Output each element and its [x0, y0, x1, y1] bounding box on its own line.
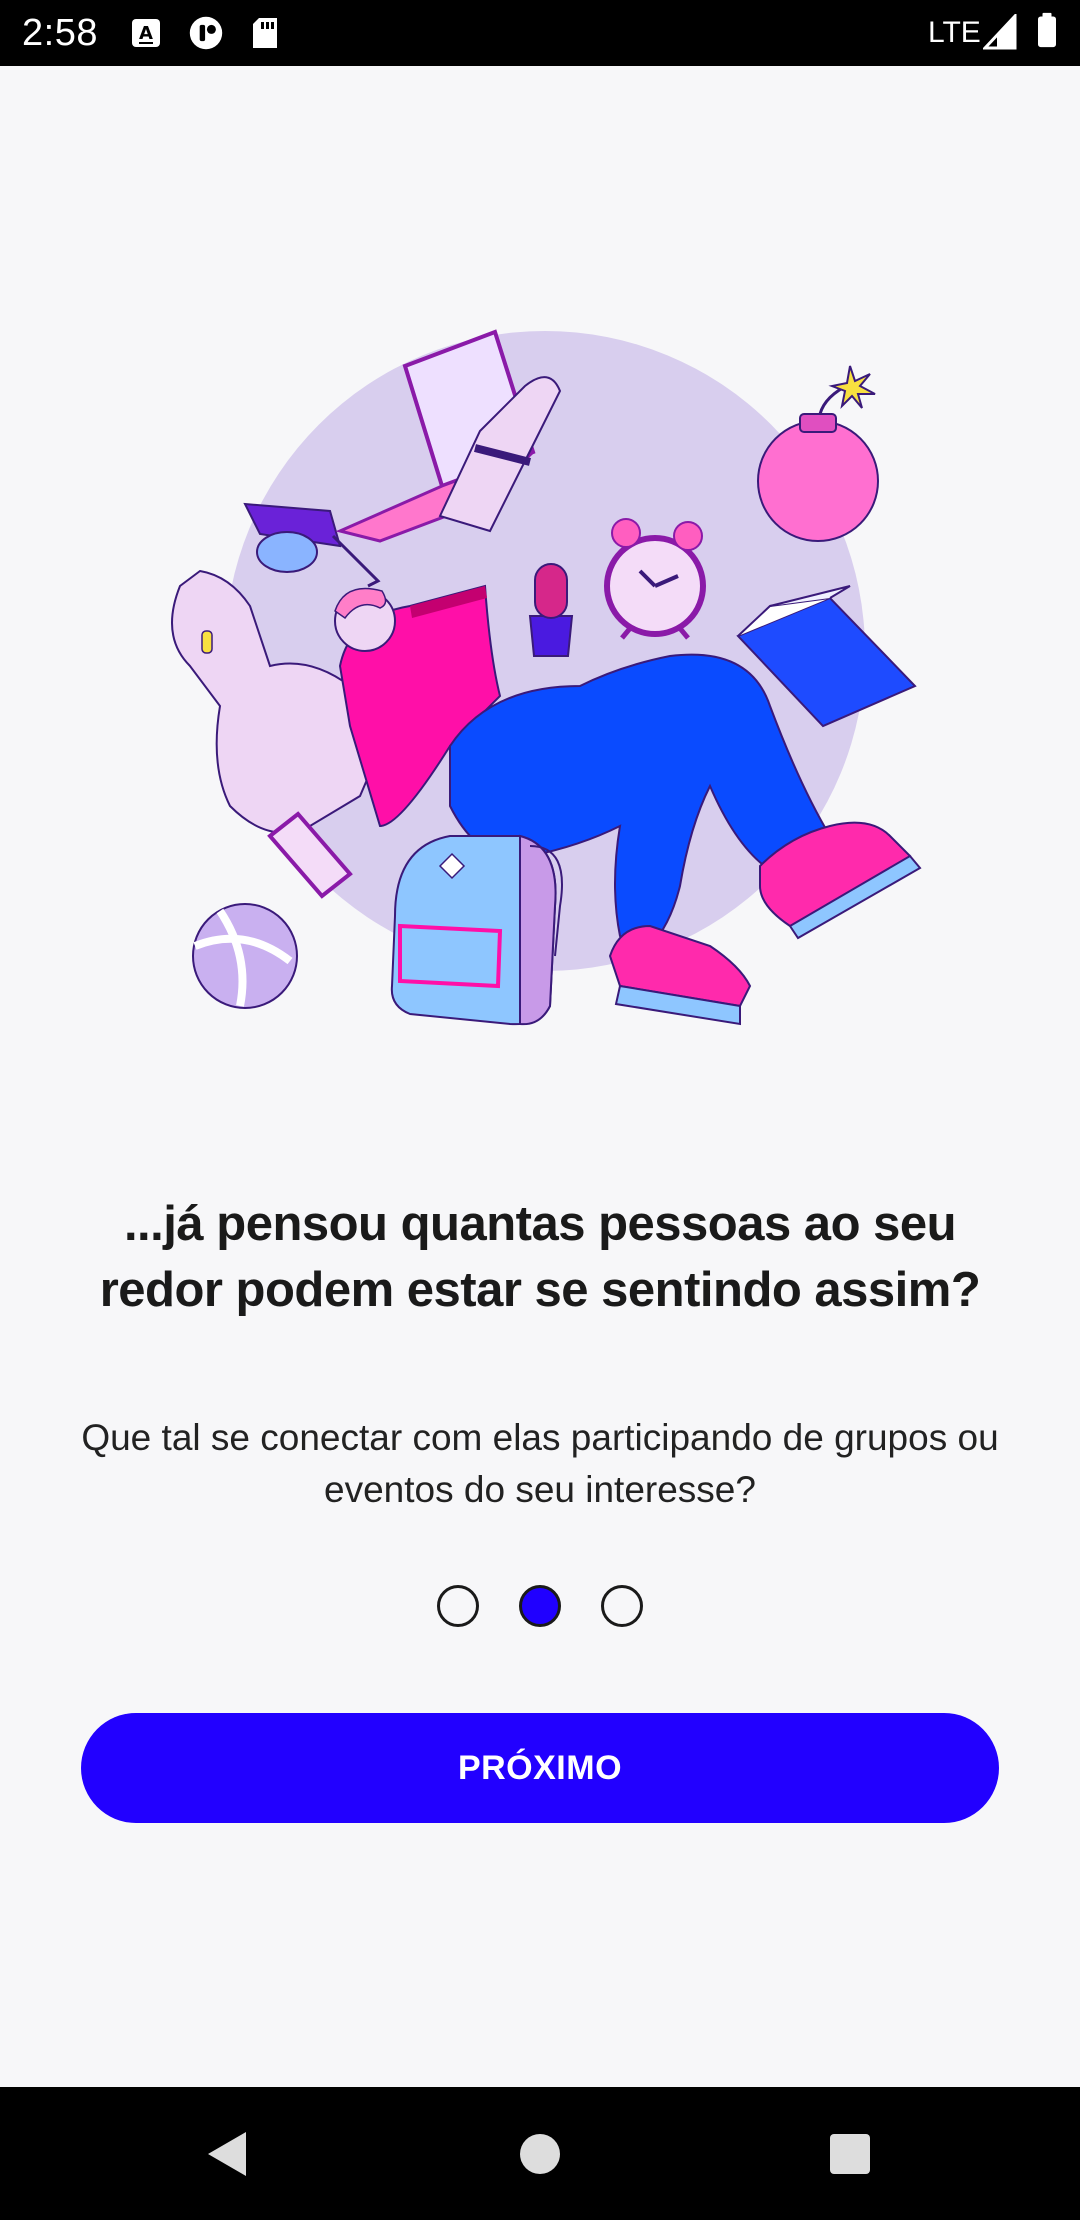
headline-line-1: ...já pensou quantas pessoas ao seu	[123, 1197, 957, 1251]
page-dot-2[interactable]	[519, 1585, 561, 1627]
bomb-illustration	[757, 365, 879, 542]
page-dot-1[interactable]	[437, 1585, 479, 1627]
subtitle-line-2: eventos do seu interesse?	[324, 1469, 756, 1510]
backpack-illustration	[390, 834, 563, 1026]
subtitle-line-1: Que tal se conectar com elas participand…	[81, 1417, 999, 1458]
back-button[interactable]	[166, 2087, 286, 2220]
headline-line-2: redor podem estar se sentindo assim?	[99, 1263, 981, 1317]
onboarding-headline: ...já pensou quantas pessoas ao seu redo…	[60, 1191, 1020, 1323]
cactus-illustration	[528, 563, 574, 657]
volleyball-illustration	[192, 903, 298, 1009]
next-button[interactable]: PRÓXIMO	[81, 1713, 999, 1823]
signal-icon	[983, 14, 1017, 50]
status-time: 2:58	[22, 12, 98, 54]
accessibility-a-icon: A	[132, 19, 160, 47]
alarm-clock-illustration	[604, 518, 706, 640]
back-icon	[208, 2131, 246, 2176]
home-icon	[520, 2133, 560, 2174]
status-bar: 2:58 A LTE	[0, 0, 1080, 66]
battery-icon	[1038, 12, 1056, 48]
student-illustration	[171, 329, 922, 1026]
recents-button[interactable]	[790, 2087, 910, 2220]
onboarding-screen: ...já pensou quantas pessoas ao seu redo…	[0, 66, 1080, 2087]
svg-text:A: A	[139, 23, 153, 44]
sd-card-icon	[253, 18, 277, 48]
recents-icon	[830, 2133, 870, 2174]
app-logo-icon	[189, 16, 223, 50]
network-type: LTE	[928, 16, 981, 49]
home-button[interactable]	[480, 2087, 600, 2220]
navigation-bar	[0, 2087, 1080, 2220]
onboarding-subtitle: Que tal se conectar com elas participand…	[50, 1412, 1030, 1516]
page-dot-3[interactable]	[601, 1585, 643, 1627]
page-indicator	[0, 1585, 1080, 1629]
